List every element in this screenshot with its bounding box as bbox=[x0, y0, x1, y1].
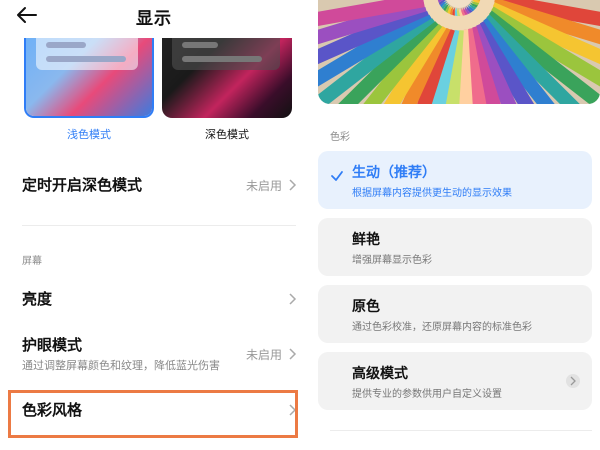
divider bbox=[330, 430, 592, 431]
brightness-row[interactable]: 亮度 bbox=[0, 286, 308, 312]
mode-title: 原色 bbox=[352, 299, 380, 315]
chevron-right-icon bbox=[286, 177, 298, 191]
mode-description: 根据屏幕内容提供更生动的显示效果 bbox=[352, 188, 512, 199]
screen-section-label: 屏幕 bbox=[22, 256, 42, 267]
schedule-dark-mode-title: 定时开启深色模式 bbox=[22, 176, 143, 194]
mode-vivid-recommended[interactable]: 生动（推荐） 根据屏幕内容提供更生动的显示效果 bbox=[318, 151, 592, 209]
mode-description: 提供专业的参数供用户自定义设置 bbox=[352, 389, 502, 400]
chevron-right-icon bbox=[286, 291, 298, 305]
dark-theme-label[interactable]: 深色模式 bbox=[162, 126, 292, 142]
check-icon bbox=[330, 168, 344, 182]
mode-title: 鲜艳 bbox=[352, 232, 380, 248]
eye-care-row[interactable]: 护眼模式 通过调整屏幕颜色和纹理，降低蓝光伤害 未启用 bbox=[0, 334, 308, 374]
chevron-right-icon bbox=[566, 374, 580, 388]
schedule-dark-mode-status: 未启用 bbox=[245, 179, 282, 193]
eye-care-title: 护眼模式 bbox=[22, 336, 83, 354]
color-section-label: 色彩 bbox=[330, 132, 350, 143]
schedule-dark-mode-row[interactable]: 定时开启深色模式 未启用 bbox=[0, 172, 308, 198]
brightness-title: 亮度 bbox=[22, 290, 53, 308]
mode-title: 生动（推荐） bbox=[352, 165, 436, 181]
color-style-panel: 色彩 生动（推荐） 根据屏幕内容提供更生动的显示效果 鲜艳 增强屏幕显示色彩 原… bbox=[308, 0, 600, 450]
color-style-highlight-box bbox=[8, 390, 298, 438]
light-theme-label[interactable]: 浅色模式 bbox=[24, 126, 154, 142]
page-title: 显示 bbox=[136, 9, 172, 29]
mode-title: 高级模式 bbox=[352, 366, 408, 382]
colored-pencils-image bbox=[318, 0, 600, 104]
mode-saturated[interactable]: 鲜艳 增强屏幕显示色彩 bbox=[318, 218, 592, 276]
mode-original[interactable]: 原色 通过色彩校准，还原屏幕内容的标准色彩 bbox=[318, 285, 592, 343]
light-theme-preview[interactable] bbox=[24, 38, 154, 118]
mode-description: 通过色彩校准，还原屏幕内容的标准色彩 bbox=[352, 322, 532, 333]
divider bbox=[22, 225, 296, 226]
mode-description: 增强屏幕显示色彩 bbox=[352, 255, 432, 266]
mode-advanced[interactable]: 高级模式 提供专业的参数供用户自定义设置 bbox=[318, 352, 592, 410]
chevron-right-icon bbox=[286, 346, 298, 360]
eye-care-subtitle: 通过调整屏幕颜色和纹理，降低蓝光伤害 bbox=[22, 359, 220, 372]
eye-care-status: 未启用 bbox=[245, 348, 282, 362]
dark-theme-preview[interactable] bbox=[162, 38, 292, 118]
display-settings-panel: 显示 浅色模式 深色模式 定时开启深色模式 未启用 屏幕 亮度 护眼模式 通过调… bbox=[0, 0, 308, 450]
